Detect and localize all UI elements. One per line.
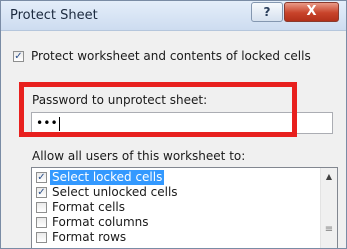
allow-users-label: Allow all users of this worksheet to: — [32, 149, 246, 163]
password-label: Password to unprotect sheet: — [32, 93, 208, 107]
protect-worksheet-label: Protect worksheet and contents of locked… — [31, 49, 311, 63]
list-item-checkbox[interactable] — [36, 232, 47, 243]
dialog-title: Protect Sheet — [10, 8, 98, 23]
list-item-checkbox[interactable] — [36, 202, 47, 213]
title-bar[interactable]: Protect Sheet ? X — [1, 1, 346, 31]
list-item-label: Format cells — [52, 200, 126, 214]
close-button[interactable]: X — [284, 2, 339, 22]
checkmark-icon: ✓ — [37, 187, 46, 198]
list-item[interactable]: Format rows — [33, 230, 319, 245]
list-item[interactable]: ✓ Select locked cells — [33, 170, 319, 185]
list-item[interactable]: Format cells — [33, 200, 319, 215]
scroll-up-arrow-icon[interactable]: ▲ — [321, 168, 337, 185]
list-scrollbar[interactable]: ▲ ≡ — [320, 168, 337, 248]
checkmark-icon: ✓ — [37, 172, 46, 183]
text-caret — [58, 116, 60, 131]
scroll-thumb-grip-icon[interactable]: ≡ — [321, 224, 337, 236]
protect-worksheet-checkbox[interactable]: ✓ — [13, 51, 24, 62]
password-input[interactable]: ••• — [31, 112, 333, 134]
checkmark-icon: ✓ — [14, 51, 23, 62]
list-item[interactable]: ✓ Select unlocked cells — [33, 185, 319, 200]
list-item-checkbox[interactable]: ✓ — [36, 187, 47, 198]
list-item-checkbox[interactable]: ✓ — [36, 172, 47, 183]
list-item-label: Format rows — [52, 230, 127, 244]
list-item-label: Format columns — [52, 215, 149, 229]
list-item-label: Select locked cells — [50, 170, 165, 185]
help-icon: ? — [263, 5, 271, 19]
close-icon: X — [306, 4, 317, 19]
list-item-checkbox[interactable] — [36, 217, 47, 228]
permissions-list[interactable]: ✓ Select locked cells ✓ Select unlocked … — [31, 167, 338, 248]
protect-sheet-dialog: Protect Sheet ? X ✓ Protect worksheet an… — [0, 0, 347, 249]
help-button[interactable]: ? — [251, 2, 283, 22]
list-item-label: Select unlocked cells — [52, 185, 178, 199]
password-value: ••• — [36, 116, 58, 130]
list-item[interactable]: Format columns — [33, 215, 319, 230]
